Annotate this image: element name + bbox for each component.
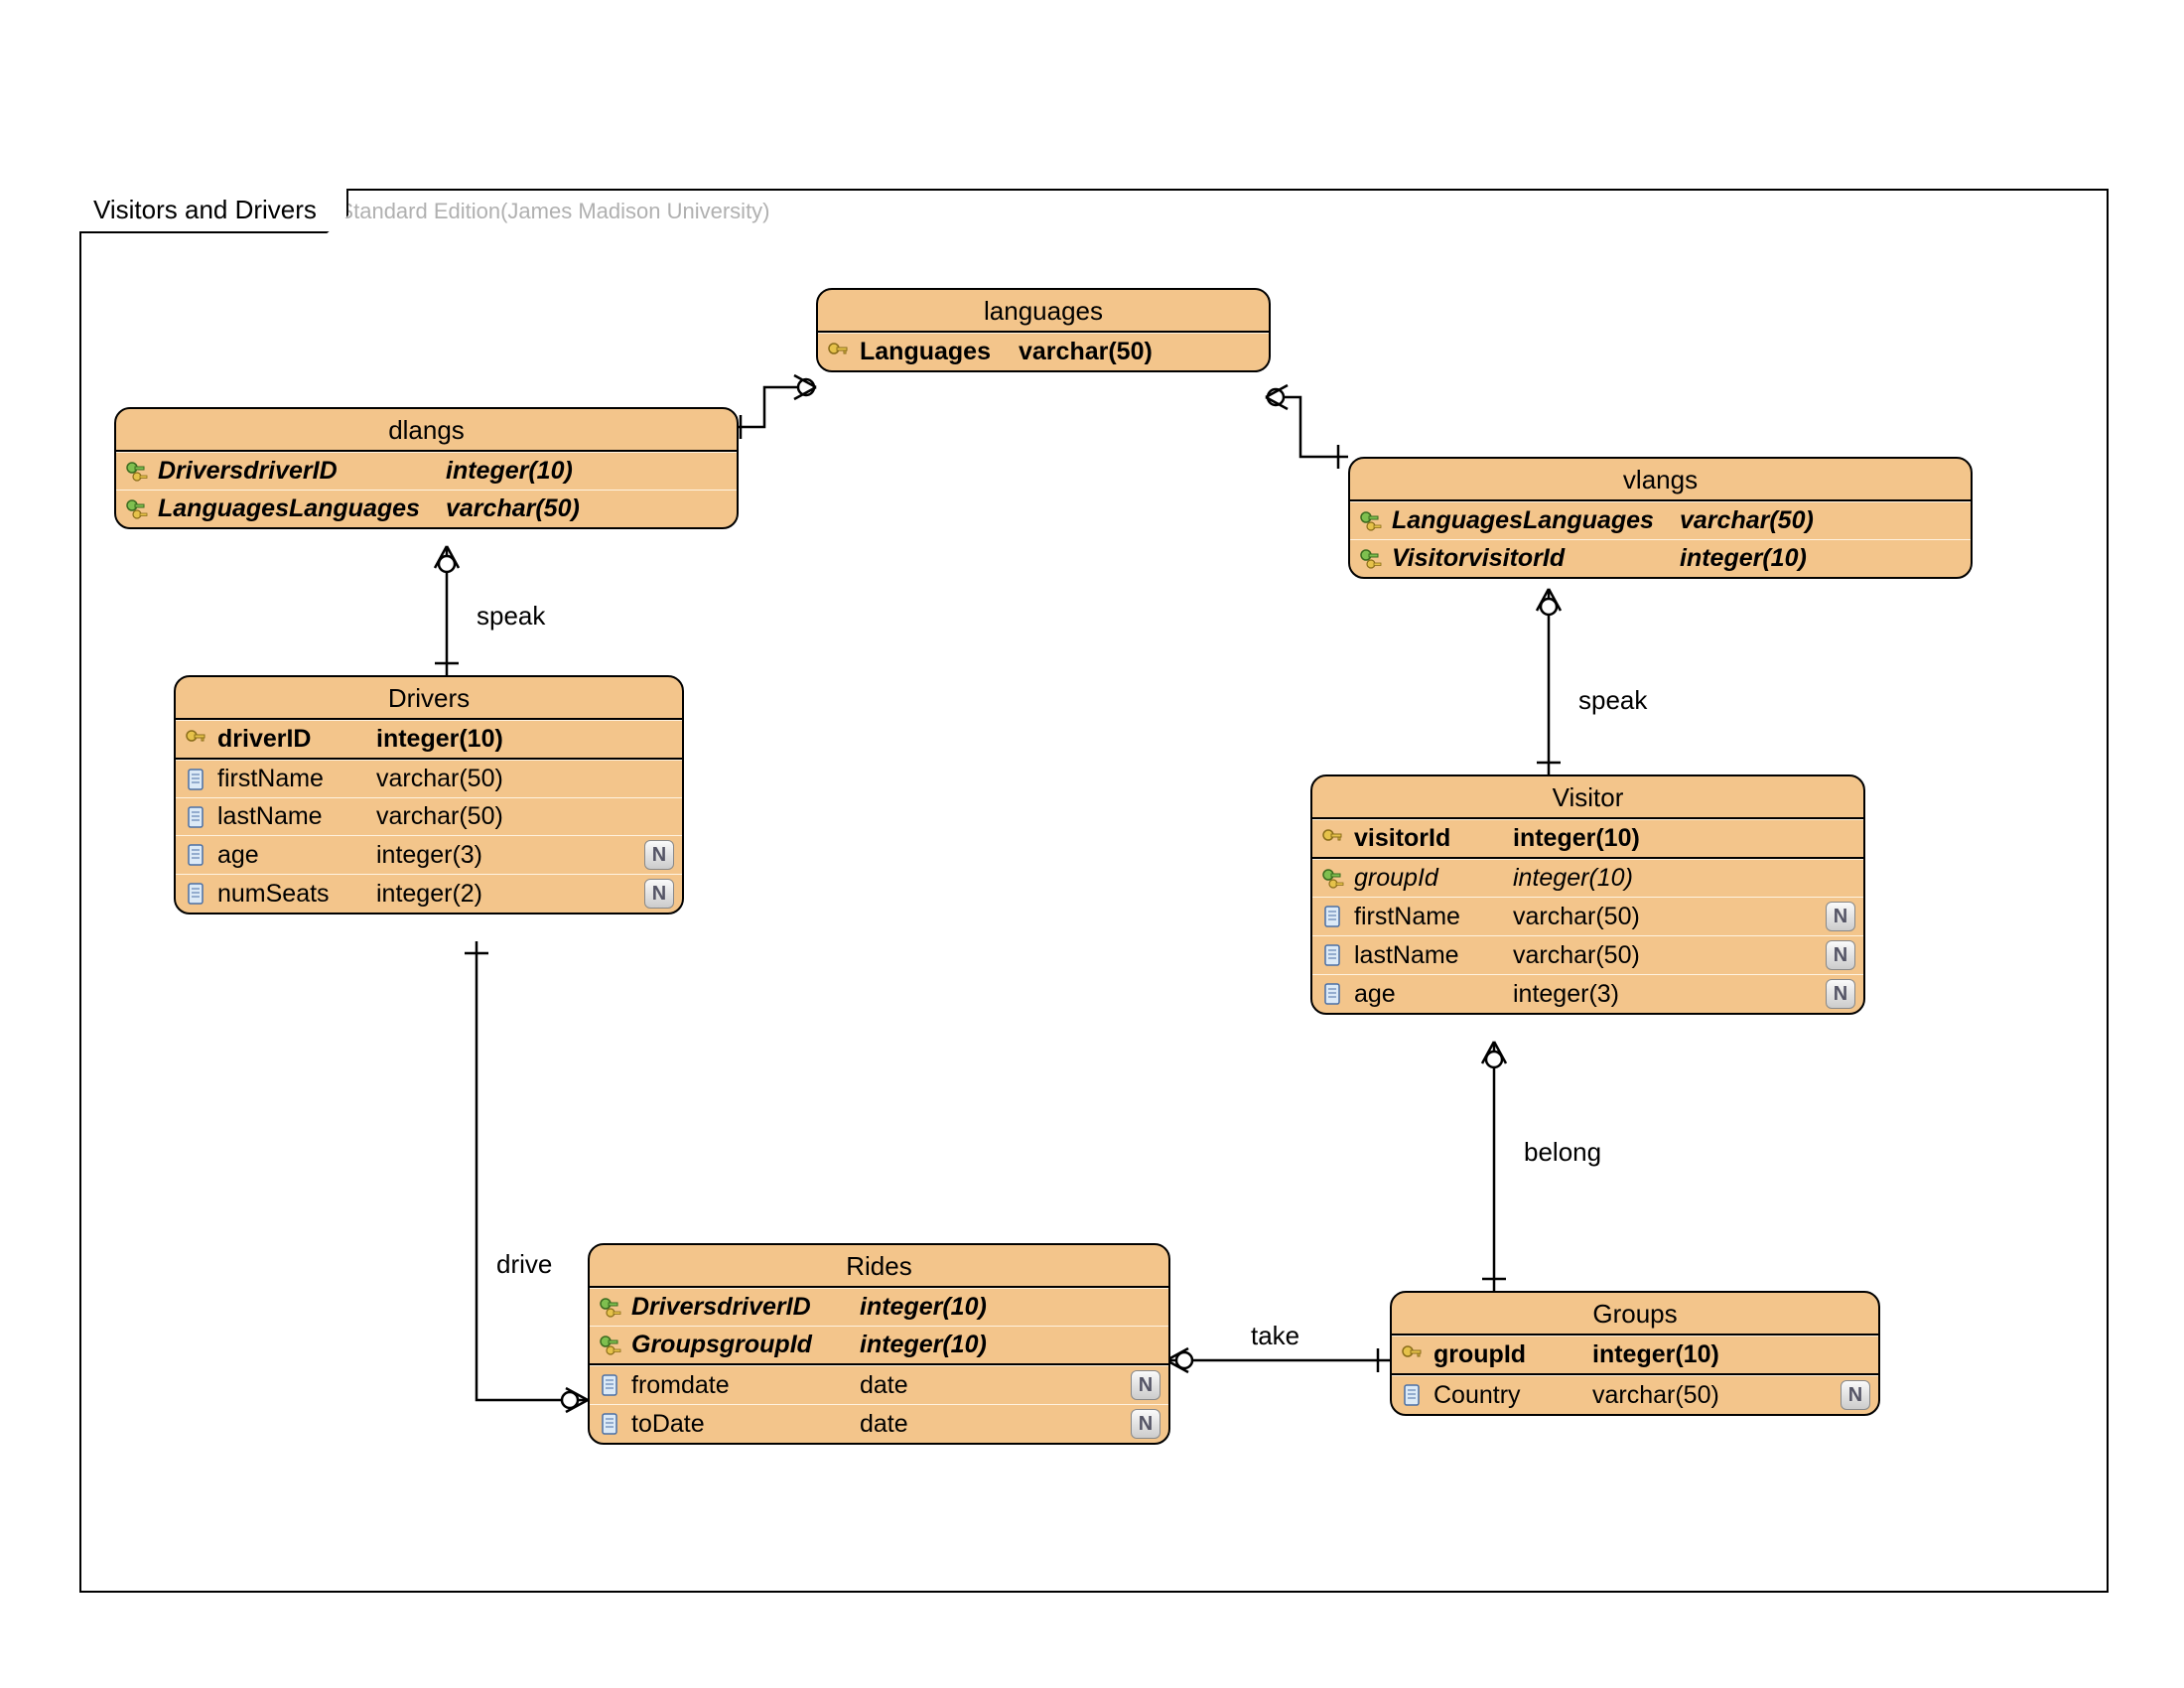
fk-key-icon: [124, 497, 148, 521]
column-type: integer(3): [1513, 980, 1619, 1009]
nullable-badge: N: [1131, 1370, 1160, 1400]
column-icon: [598, 1412, 621, 1436]
pk-key-icon: [1320, 827, 1344, 851]
fk-key-icon: [124, 460, 148, 484]
column-type: integer(10): [1513, 824, 1640, 853]
entity-vlangs[interactable]: vlangs LanguagesLanguages varchar(50) Vi…: [1348, 457, 1973, 579]
nullable-badge: N: [644, 840, 674, 870]
column-icon: [184, 805, 207, 829]
column-name: age: [1354, 980, 1503, 1009]
column-type: varchar(50): [376, 802, 503, 831]
entity-title: Rides: [590, 1245, 1168, 1288]
entity-rides[interactable]: Rides DriversdriverID integer(10) Groups…: [588, 1243, 1170, 1445]
fk-key-icon: [598, 1296, 621, 1320]
column-name: groupId: [1433, 1340, 1582, 1369]
column-icon: [1320, 943, 1344, 967]
nullable-badge: N: [1826, 979, 1855, 1009]
column-name: Country: [1433, 1381, 1582, 1410]
column-name: LanguagesLanguages: [1392, 506, 1670, 535]
entity-languages[interactable]: languages Languages varchar(50): [816, 288, 1271, 372]
column-icon: [598, 1373, 621, 1397]
column-name: DriversdriverID: [158, 457, 436, 486]
column-type: integer(10): [1513, 864, 1633, 893]
pk-key-icon: [826, 341, 850, 364]
rel-label-drive: drive: [496, 1249, 552, 1280]
column-name: numSeats: [217, 880, 366, 909]
nullable-badge: N: [1826, 940, 1855, 970]
entity-visitor[interactable]: Visitor visitorId integer(10) groupId in…: [1310, 774, 1865, 1015]
column-name: GroupsgroupId: [631, 1331, 850, 1359]
rel-label-speak-1: speak: [477, 601, 545, 632]
column-type: integer(2): [376, 880, 482, 909]
column-icon: [184, 843, 207, 867]
column-name: toDate: [631, 1410, 850, 1439]
fk-key-icon: [1358, 509, 1382, 533]
column-name: lastName: [217, 802, 366, 831]
column-name: DriversdriverID: [631, 1293, 850, 1322]
entity-groups[interactable]: Groups groupId integer(10) Country varch…: [1390, 1291, 1880, 1416]
entity-title: languages: [818, 290, 1269, 333]
column-type: varchar(50): [1019, 338, 1153, 366]
column-name: age: [217, 841, 366, 870]
column-type: date: [860, 1410, 908, 1439]
entity-dlangs[interactable]: dlangs DriversdriverID integer(10) Langu…: [114, 407, 739, 529]
nullable-badge: N: [644, 879, 674, 909]
column-type: integer(10): [1680, 544, 1807, 573]
column-name: lastName: [1354, 941, 1503, 970]
column-name: fromdate: [631, 1371, 850, 1400]
rel-label-take: take: [1251, 1321, 1299, 1351]
frame-title: Visitors and Drivers: [79, 189, 348, 233]
column-type: varchar(50): [376, 765, 503, 793]
column-name: visitorId: [1354, 824, 1503, 853]
entity-title: vlangs: [1350, 459, 1971, 501]
column-icon: [1400, 1383, 1424, 1407]
column-type: integer(10): [376, 725, 503, 754]
column-name: firstName: [217, 765, 366, 793]
column-name: LanguagesLanguages: [158, 494, 436, 523]
column-type: integer(10): [446, 457, 573, 486]
column-type: integer(10): [860, 1293, 987, 1322]
entity-drivers[interactable]: Drivers driverID integer(10) firstName v…: [174, 675, 684, 914]
column-icon: [1320, 905, 1344, 928]
entity-title: Groups: [1392, 1293, 1878, 1336]
column-type: integer(10): [1592, 1340, 1719, 1369]
column-type: varchar(50): [446, 494, 580, 523]
nullable-badge: N: [1131, 1409, 1160, 1439]
column-name: driverID: [217, 725, 366, 754]
column-type: varchar(50): [1680, 506, 1814, 535]
pk-key-icon: [1400, 1343, 1424, 1367]
column-icon: [1320, 982, 1344, 1006]
column-icon: [184, 882, 207, 906]
column-icon: [184, 768, 207, 791]
entity-title: dlangs: [116, 409, 737, 452]
column-type: varchar(50): [1513, 903, 1640, 931]
entity-title: Visitor: [1312, 776, 1863, 819]
nullable-badge: N: [1826, 902, 1855, 931]
fk-key-icon: [598, 1334, 621, 1357]
column-type: varchar(50): [1513, 941, 1640, 970]
pk-key-icon: [184, 728, 207, 752]
column-type: integer(10): [860, 1331, 987, 1359]
fk-key-icon: [1358, 547, 1382, 571]
column-name: firstName: [1354, 903, 1503, 931]
nullable-badge: N: [1841, 1380, 1870, 1410]
column-type: varchar(50): [1592, 1381, 1719, 1410]
entity-title: Drivers: [176, 677, 682, 720]
column-name: groupId: [1354, 864, 1503, 893]
column-name: Languages: [860, 338, 1009, 366]
column-type: integer(3): [376, 841, 482, 870]
fk-key-icon: [1320, 867, 1344, 891]
rel-label-belong: belong: [1524, 1137, 1601, 1168]
column-type: date: [860, 1371, 908, 1400]
column-name: VisitorvisitorId: [1392, 544, 1670, 573]
rel-label-speak-2: speak: [1578, 685, 1647, 716]
